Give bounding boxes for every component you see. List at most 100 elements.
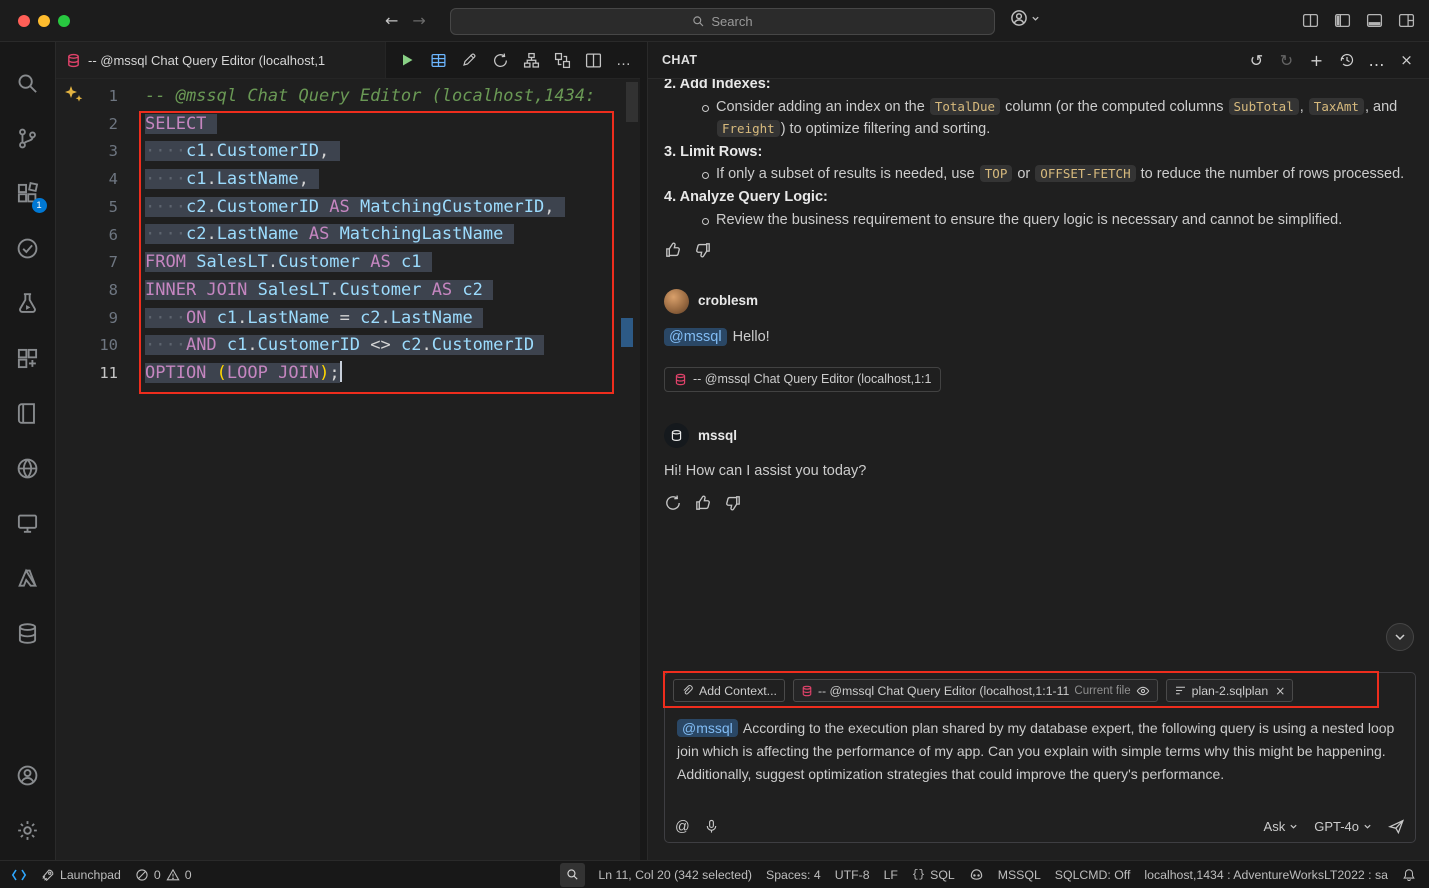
- sidebar-item-remote-explorer[interactable]: [6, 496, 50, 551]
- chat-input-box[interactable]: Add Context... -- @mssql Chat Query Edit…: [664, 672, 1416, 843]
- toggle-columns-layout-icon[interactable]: [1302, 12, 1319, 29]
- code-line[interactable]: -- @mssql Chat Query Editor (localhost,1…: [145, 83, 595, 111]
- editor[interactable]: 1234567891011 -- @mssql Chat Query Edito…: [56, 79, 640, 860]
- edit-connection-icon[interactable]: [460, 51, 478, 69]
- text-segment: Hello!: [729, 329, 770, 345]
- mic-icon[interactable]: [704, 819, 719, 834]
- mention-chip: @mssql: [677, 719, 738, 737]
- close-chat-button[interactable]: ×: [1398, 52, 1415, 69]
- plan-file-chip[interactable]: plan-2.sqlplan ×: [1166, 679, 1294, 702]
- launchpad-button[interactable]: Launchpad: [34, 868, 128, 882]
- redo-chat-icon[interactable]: ↻: [1278, 52, 1295, 69]
- code-line[interactable]: ····c1.LastName,: [145, 166, 595, 194]
- model-picker-dropdown[interactable]: GPT-4o: [1314, 819, 1372, 834]
- undo-chat-icon[interactable]: ↺: [1248, 52, 1265, 69]
- close-window-button[interactable]: [18, 15, 30, 27]
- split-editor-button[interactable]: [584, 51, 602, 69]
- mssql-status[interactable]: MSSQL: [991, 868, 1048, 882]
- minimize-window-button[interactable]: [38, 15, 50, 27]
- cursor-position[interactable]: Ln 11, Col 20 (342 selected): [591, 868, 759, 882]
- assistant-name: mssql: [698, 425, 737, 448]
- sidebar-item-azure[interactable]: [6, 551, 50, 606]
- account-menu-button[interactable]: [1010, 9, 1040, 27]
- sidebar-item-extensions[interactable]: 1: [6, 166, 50, 221]
- sidebar-item-blocks[interactable]: [6, 331, 50, 386]
- eol-sequence[interactable]: LF: [877, 868, 905, 882]
- remote-indicator[interactable]: [4, 867, 34, 883]
- refresh-intellisense-icon[interactable]: [491, 51, 509, 69]
- sidebar-item-run-queries[interactable]: [6, 276, 50, 331]
- thumbs-down-icon[interactable]: [694, 241, 712, 259]
- new-chat-button[interactable]: +: [1308, 52, 1325, 69]
- account-button[interactable]: [6, 748, 50, 803]
- zoom-window-button[interactable]: [58, 15, 70, 27]
- chat-conversation: 2. Add Indexes: Consider adding an index…: [648, 79, 1429, 664]
- current-file-chip[interactable]: -- @mssql Chat Query Editor (localhost,1…: [793, 679, 1158, 702]
- settings-gear-icon: [16, 819, 39, 842]
- inline-code: TOP: [980, 165, 1013, 182]
- problems-indicator[interactable]: 0 0: [128, 868, 199, 882]
- more-actions-button[interactable]: …: [615, 51, 633, 69]
- code-line[interactable]: FROM SalesLT.Customer AS c1: [145, 249, 595, 277]
- indentation[interactable]: Spaces: 4: [759, 868, 828, 882]
- connection-status[interactable]: localhost,1434 : AdventureWorksLT2022 : …: [1137, 868, 1395, 882]
- code-line[interactable]: ····AND c1.CustomerID <> c2.CustomerID: [145, 332, 595, 360]
- language-mode[interactable]: {} SQL: [905, 868, 962, 882]
- chat-history-button[interactable]: [1338, 52, 1355, 69]
- code-line[interactable]: ····c1.CustomerID,: [145, 138, 595, 166]
- remove-chip-icon[interactable]: ×: [1275, 684, 1285, 698]
- chat-mode-dropdown[interactable]: Ask: [1264, 819, 1299, 834]
- sidebar-item-source-control[interactable]: [6, 111, 50, 166]
- list-bullet: Review the business requirement to ensur…: [664, 209, 1409, 232]
- thumbs-up-icon[interactable]: [664, 241, 682, 259]
- sidebar-item-github[interactable]: [6, 441, 50, 496]
- sidebar-item-search[interactable]: [6, 56, 50, 111]
- vertical-scrollbar[interactable]: [626, 82, 638, 122]
- sqlcmd-status[interactable]: SQLCMD: Off: [1048, 868, 1138, 882]
- command-center-search[interactable]: Search: [450, 8, 995, 35]
- run-query-button[interactable]: [398, 51, 416, 69]
- attached-file-chip[interactable]: -- @mssql Chat Query Editor (localhost,1…: [664, 367, 941, 392]
- schema-compare-icon[interactable]: [553, 51, 571, 69]
- eye-icon[interactable]: [1136, 684, 1150, 698]
- mssql-file-icon: [801, 685, 813, 697]
- inline-code: TotalDue: [930, 98, 1000, 115]
- code-line[interactable]: OPTION (LOOP JOIN);: [145, 360, 595, 388]
- zoom-indicator[interactable]: [560, 863, 585, 887]
- user-message: @mssql Hello!: [664, 326, 1409, 349]
- sidebar-item-testing[interactable]: [6, 221, 50, 276]
- code-line[interactable]: ····c2.CustomerID AS MatchingCustomerID,: [145, 194, 595, 222]
- editor-tab[interactable]: -- @mssql Chat Query Editor (localhost,1: [56, 42, 386, 78]
- customize-layout-icon[interactable]: [1398, 12, 1415, 29]
- text-segment: Consider adding an index on the: [716, 99, 929, 115]
- copilot-status[interactable]: [962, 867, 991, 882]
- code-line[interactable]: ····ON c1.LastName = c2.LastName: [145, 305, 595, 333]
- retry-icon[interactable]: [664, 494, 682, 512]
- sidebar-item-notebooks[interactable]: [6, 386, 50, 441]
- chat-more-button[interactable]: …: [1368, 52, 1385, 69]
- chat-input-text[interactable]: @mssql According to the execution plan s…: [665, 708, 1415, 786]
- code-line[interactable]: SELECT: [145, 111, 595, 139]
- current-file-suffix: Current file: [1074, 685, 1130, 697]
- encoding[interactable]: UTF-8: [828, 868, 877, 882]
- settings-button[interactable]: [6, 803, 50, 858]
- editor-chat-sash[interactable]: [640, 42, 648, 860]
- navigate-forward-button[interactable]: →: [412, 11, 425, 30]
- toggle-panel-icon[interactable]: [1366, 12, 1383, 29]
- thumbs-up-icon[interactable]: [694, 494, 712, 512]
- send-icon[interactable]: [1388, 818, 1405, 835]
- sidebar-item-database-projects[interactable]: [6, 606, 50, 661]
- results-grid-icon[interactable]: [429, 51, 447, 69]
- chat-header: CHAT ↺ ↻ + … ×: [648, 42, 1429, 79]
- schema-visualize-icon[interactable]: [522, 51, 540, 69]
- add-context-button[interactable]: Add Context...: [673, 679, 785, 702]
- mention-button[interactable]: @: [675, 819, 690, 835]
- scroll-to-bottom-button[interactable]: [1386, 623, 1414, 651]
- code-line[interactable]: ····c2.LastName AS MatchingLastName: [145, 221, 595, 249]
- search-icon: [692, 15, 705, 28]
- thumbs-down-icon[interactable]: [724, 494, 742, 512]
- toggle-primary-sidebar-icon[interactable]: [1334, 12, 1351, 29]
- code-line[interactable]: INNER JOIN SalesLT.Customer AS c2: [145, 277, 595, 305]
- notifications-bell[interactable]: [1395, 868, 1423, 882]
- navigate-back-button[interactable]: ←: [385, 11, 398, 30]
